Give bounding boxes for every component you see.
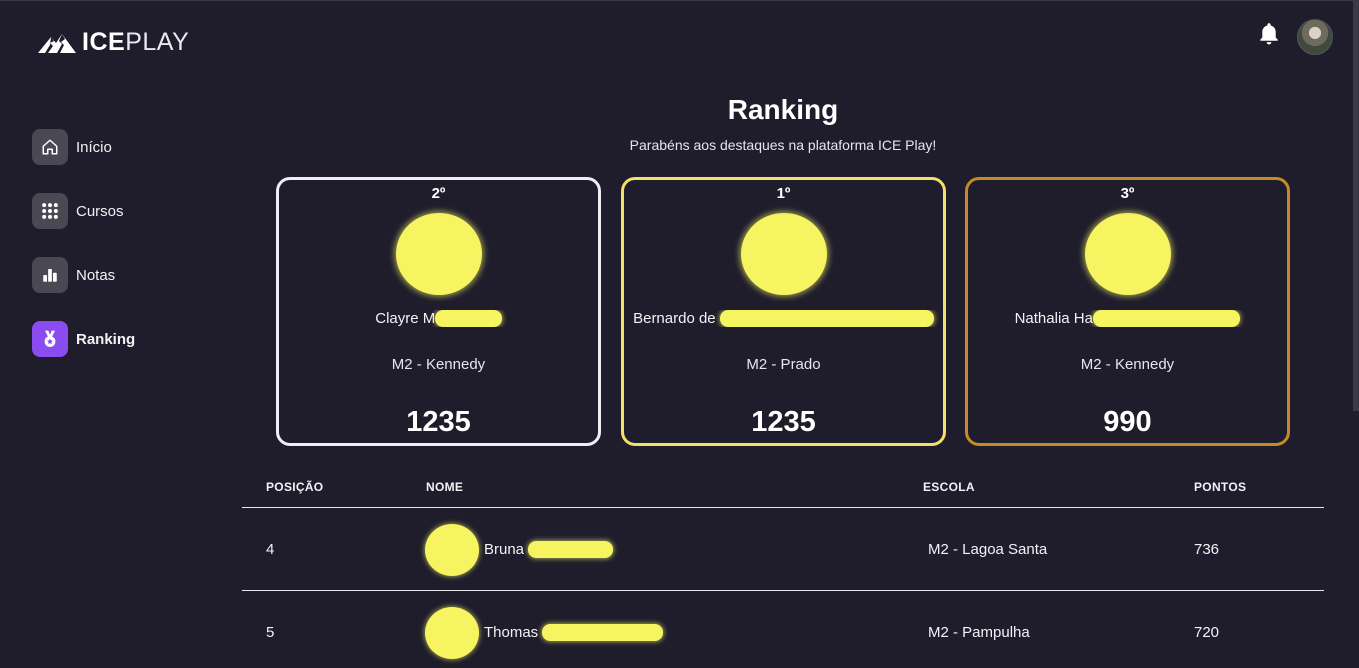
- row-position: 4: [266, 541, 275, 558]
- row-name-visible: Thomas: [484, 624, 543, 641]
- podium-name: Bernardo de Castro Monteiro Franco Gomes: [628, 310, 939, 327]
- medal-icon: [32, 321, 68, 357]
- avatar: [425, 607, 479, 659]
- podium-position: 2º: [431, 185, 446, 202]
- podium-name-visible: Clayre M: [375, 310, 436, 327]
- column-header-position: POSIÇÃO: [266, 480, 324, 494]
- sidebar-item-cursos[interactable]: Cursos: [32, 193, 135, 229]
- avatar: [425, 524, 479, 576]
- avatar: [395, 213, 482, 295]
- column-header-school: ESCOLA: [923, 480, 975, 494]
- row-name: Bruna Melo Garcia: [484, 541, 614, 558]
- bell-icon[interactable]: [1256, 21, 1282, 47]
- podium-name-visible: Nathalia Ha: [1014, 310, 1093, 327]
- podium-card-first: 1º Bernardo de Castro Monteiro Franco Go…: [621, 177, 946, 446]
- podium-school: M2 - Kennedy: [1080, 356, 1175, 373]
- table-row: 4 Bruna Melo Garcia M2 - Lagoa Santa 736: [242, 508, 1324, 591]
- row-school: M2 - Pampulha: [928, 624, 1030, 641]
- podium-position: 3º: [1120, 185, 1135, 202]
- sidebar-item-label: Ranking: [76, 330, 136, 348]
- podium-name: Clayre M...............: [283, 310, 594, 327]
- podium-name-redacted: ...............: [435, 310, 502, 327]
- row-name-redacted: Mendes Salvador: [542, 624, 664, 641]
- grid-icon: [32, 193, 68, 229]
- podium-school: M2 - Kennedy: [391, 356, 486, 373]
- row-name-redacted: Melo Garcia: [528, 541, 614, 558]
- row-name-visible: Bruna: [484, 541, 529, 558]
- sidebar-item-notas[interactable]: Notas: [32, 257, 135, 293]
- logo-text-thin: PLAY: [125, 28, 190, 56]
- podium-position: 1º: [776, 185, 791, 202]
- podium-card-second: 2º Clayre M............... M2 - Kennedy …: [276, 177, 601, 446]
- sidebar-item-label: Início: [76, 138, 112, 156]
- logo-text-bold: ICE: [82, 28, 126, 56]
- page-title: Ranking: [727, 94, 839, 125]
- bar-chart-icon: [32, 257, 68, 293]
- logo[interactable]: ICEPLAY: [38, 28, 189, 57]
- sidebar-item-ranking[interactable]: Ranking: [32, 321, 135, 357]
- podium-name-redacted: stenreiter de Andrade: [1092, 310, 1241, 327]
- avatar: [1084, 213, 1171, 295]
- sidebar: Início Cursos Notas Ranking: [32, 129, 135, 385]
- ranking-table-header: POSIÇÃO NOME ESCOLA PONTOS: [242, 480, 1324, 508]
- page-subtitle: Parabéns aos destaques na plataforma ICE…: [629, 137, 937, 153]
- row-position: 5: [266, 624, 275, 641]
- sidebar-item-label: Notas: [76, 266, 116, 284]
- row-points: 720: [1194, 624, 1220, 641]
- podium-points: 1235: [751, 406, 816, 438]
- user-avatar[interactable]: [1297, 19, 1333, 55]
- podium-card-third: 3º Nathalia Ha stenreiter de Andrade M2 -…: [965, 177, 1290, 446]
- row-school: M2 - Lagoa Santa: [928, 541, 1048, 558]
- sidebar-item-label: Cursos: [76, 202, 124, 220]
- row-points: 736: [1194, 541, 1220, 558]
- column-header-points: PONTOS: [1194, 480, 1247, 494]
- podium-name-redacted: Castro Monteiro Franco Gomes: [719, 310, 934, 327]
- podium-name-visible: Bernardo de: [633, 310, 720, 327]
- mountain-logo-icon: [38, 33, 76, 53]
- table-row: 5 Thomas Mendes Salvador M2 - Pampulha 7…: [242, 591, 1324, 668]
- podium-points: 990: [1103, 406, 1152, 438]
- logo-text: ICEPLAY: [82, 28, 189, 57]
- home-icon: [32, 129, 68, 165]
- podium-name: Nathalia Ha stenreiter de Andrade: [972, 310, 1283, 327]
- podium-school: M2 - Prado: [746, 356, 821, 373]
- column-header-name: NOME: [426, 480, 464, 494]
- sidebar-item-inicio[interactable]: Início: [32, 129, 135, 165]
- row-name: Thomas Mendes Salvador: [484, 624, 664, 641]
- podium-points: 1235: [406, 406, 471, 438]
- avatar: [740, 213, 827, 295]
- page-scrollbar[interactable]: [1353, 1, 1359, 411]
